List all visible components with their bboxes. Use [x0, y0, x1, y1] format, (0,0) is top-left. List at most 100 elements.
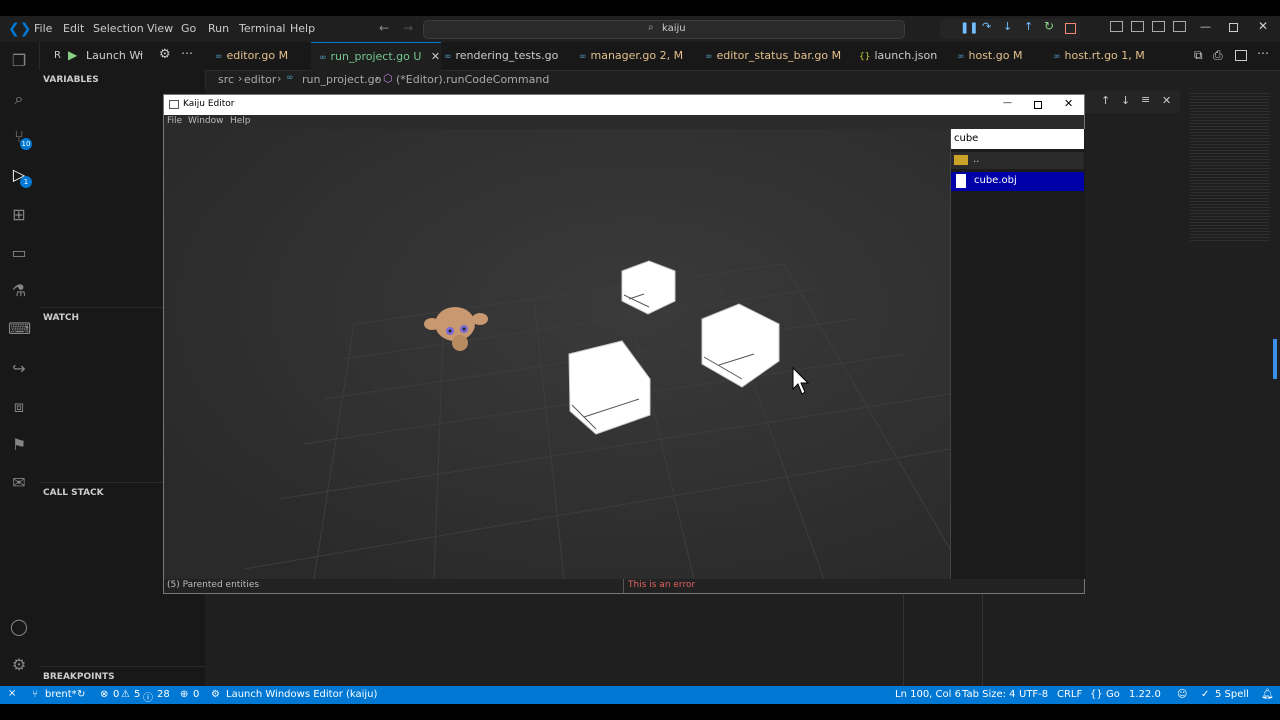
terminal-icon[interactable]: ⌨ [8, 318, 31, 340]
cursor-position[interactable]: Ln 100, Col 6 [895, 689, 961, 700]
extensions-icon[interactable]: ⊞ [8, 204, 30, 226]
compare-icon[interactable]: ⧉ [1194, 48, 1203, 63]
start-debug-icon[interactable]: ▶ [68, 48, 77, 62]
layout-secondary-icon[interactable] [1152, 21, 1165, 32]
error-count[interactable]: 0 [113, 689, 119, 700]
kaiju-menu-file[interactable]: File [167, 116, 182, 126]
manage-gear-icon[interactable]: ⚙ [8, 654, 30, 676]
layout-panel-icon[interactable] [1131, 21, 1144, 32]
scrollbar[interactable] [1273, 339, 1277, 379]
go-version[interactable]: 1.22.0 [1129, 689, 1161, 700]
source-control-icon[interactable]: ⑂ 10 [8, 126, 32, 150]
minimap[interactable] [1190, 91, 1270, 241]
ports-count[interactable]: 0 [193, 689, 199, 700]
restart-icon[interactable]: ↻ [1044, 19, 1054, 33]
menu-edit[interactable]: Edit [63, 22, 84, 35]
live-share-icon[interactable]: ↪ [8, 358, 30, 380]
info-count[interactable]: 28 [157, 689, 170, 700]
back-arrow-icon[interactable]: ← [379, 21, 389, 35]
debug-config-select[interactable]: Launch Wi [86, 49, 143, 62]
breadcrumb-editor[interactable]: editor [244, 73, 276, 86]
menu-help[interactable]: Help [290, 22, 315, 35]
remote-indicator-icon[interactable]: ⨯ [8, 688, 16, 699]
tab-host-rt-go[interactable]: ∞ host.rt.go 1, M [1053, 42, 1145, 70]
section-breakpoints[interactable]: BREAKPOINTS [43, 672, 115, 682]
kaiju-close-icon[interactable]: ✕ [1064, 97, 1073, 110]
step-into-icon[interactable]: ↓ [1003, 20, 1012, 33]
forward-arrow-icon[interactable]: → [403, 21, 413, 35]
split-editor-icon[interactable] [1235, 50, 1247, 61]
breadcrumb-file[interactable]: run_project.go [302, 73, 381, 86]
menu-selection[interactable]: Selection [93, 22, 144, 35]
hierarchy-icon[interactable]: ⧈ [8, 396, 30, 418]
stop-icon[interactable] [1065, 23, 1076, 34]
kaiju-menu-help[interactable]: Help [230, 116, 251, 126]
vscode-logo-icon: ❮❯ [8, 21, 32, 37]
remote-explorer-icon[interactable]: ▭ [8, 242, 30, 264]
menu-go[interactable]: Go [181, 22, 196, 35]
customize-layout-icon[interactable] [1173, 21, 1186, 32]
debug-pause-icon[interactable]: ❚❚ [960, 21, 978, 34]
kaiju-menu-window[interactable]: Window [188, 116, 224, 126]
minimize-icon[interactable]: — [1200, 20, 1211, 33]
close-find-icon[interactable]: ✕ [1162, 94, 1171, 107]
print-icon[interactable]: ⎙ [1213, 48, 1223, 63]
tab-editor-status-bar-go[interactable]: ∞ editor_status_bar.go M [705, 42, 841, 70]
tab-host-go[interactable]: ∞ host.go M [957, 42, 1022, 70]
braces-icon: {} [1090, 689, 1103, 700]
warning-count[interactable]: 5 [134, 689, 140, 700]
tab-launch-json[interactable]: {} launch.json [859, 42, 937, 70]
branch-name[interactable]: brent* [45, 689, 77, 700]
bookmark-icon[interactable]: ⚑ [8, 434, 30, 456]
menu-run[interactable]: Run [208, 22, 229, 35]
tab-run-project-go[interactable]: ∞ run_project.go U ✕ [311, 42, 441, 71]
menu-file[interactable]: File [34, 22, 52, 35]
gear-icon[interactable]: ⚙ [159, 47, 171, 62]
comments-icon[interactable]: ✉ [8, 472, 30, 494]
step-over-icon[interactable]: ↷ [982, 20, 991, 33]
step-out-icon[interactable]: ↑ [1024, 20, 1033, 33]
explorer-icon[interactable]: ❐ [8, 50, 30, 72]
tab-manager-go[interactable]: ∞ manager.go 2, M [579, 42, 683, 70]
menu-view[interactable]: View [147, 22, 173, 35]
find-in-selection-icon[interactable]: ≡ [1141, 93, 1150, 106]
menu-terminal[interactable]: Terminal [239, 22, 286, 35]
kaiju-minimize-icon[interactable]: — [1003, 98, 1012, 108]
tab-editor-go[interactable]: ∞ editor.go M [215, 42, 288, 70]
copilot-icon[interactable]: ☺ [1177, 689, 1187, 700]
tab-rendering-tests-go[interactable]: ∞ rendering_tests.go [444, 42, 558, 70]
section-variables[interactable]: VARIABLES [43, 75, 99, 85]
next-match-icon[interactable]: ↓ [1121, 94, 1130, 107]
close-icon[interactable]: ✕ [1258, 19, 1268, 33]
line-endings[interactable]: CRLF [1057, 689, 1082, 700]
tab-close-icon[interactable]: ✕ [431, 50, 440, 63]
command-center-search[interactable]: ⌕ kaiju [423, 20, 905, 39]
notifications-icon[interactable]: 🔔︎ [1261, 689, 1274, 700]
section-watch[interactable]: WATCH [43, 313, 79, 323]
content-search-input[interactable]: cube [951, 129, 1084, 149]
spell-check[interactable]: 5 Spell [1215, 689, 1249, 700]
more-actions-icon[interactable]: ⋯ [181, 46, 193, 60]
encoding[interactable]: UTF-8 [1019, 689, 1048, 700]
search-icon[interactable]: ⌕ [8, 88, 30, 110]
scene-viewport[interactable] [164, 129, 950, 579]
debug-config-bar: R ▶ Launch Wi ⌄ ⚙ ⋯ [39, 42, 205, 70]
testing-icon[interactable]: ⚗ [8, 280, 30, 302]
previous-match-icon[interactable]: ↑ [1101, 94, 1110, 107]
breadcrumb-src[interactable]: src [218, 73, 234, 86]
debug-target[interactable]: Launch Windows Editor (kaiju) [226, 689, 377, 700]
tab-size[interactable]: Tab Size: 4 [962, 689, 1016, 700]
list-item-parent-folder[interactable]: .. [951, 152, 1084, 169]
language-mode[interactable]: Go [1106, 689, 1120, 700]
kaiju-maximize-icon[interactable] [1034, 101, 1042, 109]
more-icon[interactable]: ⋯ [1257, 46, 1269, 60]
sync-icon[interactable]: ↻ [77, 689, 85, 700]
accounts-icon[interactable]: ◯ [8, 616, 30, 638]
run-label-r: R [54, 50, 61, 61]
restore-icon[interactable] [1229, 23, 1238, 32]
list-item-cube-obj[interactable]: cube.obj [951, 172, 1084, 191]
layout-sidebar-icon[interactable] [1110, 21, 1123, 32]
breadcrumb-symbol[interactable]: (*Editor).runCodeCommand [396, 73, 549, 86]
section-call-stack[interactable]: CALL STACK [43, 488, 104, 498]
run-debug-icon[interactable]: ▷ 1 [8, 164, 32, 188]
